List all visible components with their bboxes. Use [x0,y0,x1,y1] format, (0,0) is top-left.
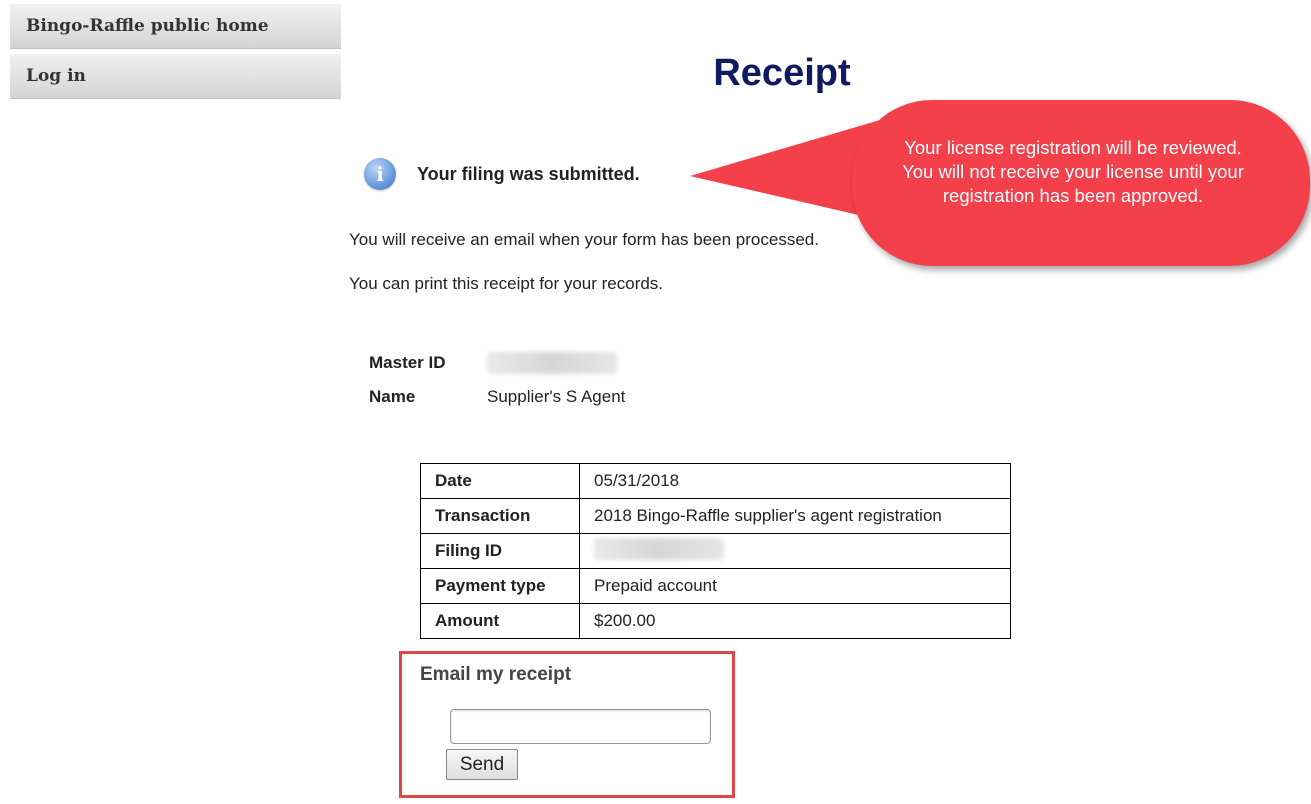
table-row: Date 05/31/2018 [420,463,1011,499]
sidebar-item-label: Bingo-Raffle public home [26,16,269,36]
table-row: Amount $200.00 [420,603,1011,639]
table-cell-label: Payment type [420,568,580,604]
name-value: Supplier's S Agent [487,387,626,406]
account-info: Master ID Name Supplier's S Agent [369,346,625,414]
table-cell-label: Amount [420,603,580,639]
info-icon: i [364,158,396,190]
info-message: i Your filing was submitted. [364,158,640,190]
name-row: Name Supplier's S Agent [369,380,625,414]
table-row: Filing ID [420,533,1011,569]
master-id-label: Master ID [369,353,446,372]
filing-id-value-redacted [594,537,724,560]
name-label: Name [369,387,416,406]
page-title: Receipt [713,52,851,94]
send-button[interactable]: Send [446,749,518,780]
info-message-text: Your filing was submitted. [417,163,640,184]
master-id-value-redacted [487,352,617,374]
table-cell-value: 05/31/2018 [579,463,1011,499]
master-id-row: Master ID [369,346,625,380]
table-cell-label: Transaction [420,498,580,534]
table-cell-value [579,533,1011,569]
sidebar: Bingo-Raffle public home Log in [10,4,341,104]
receipt-table: Date 05/31/2018 Transaction 2018 Bingo-R… [420,463,1011,639]
email-input[interactable] [450,709,711,744]
sidebar-item-public-home[interactable]: Bingo-Raffle public home [10,4,341,49]
table-cell-value: $200.00 [579,603,1011,639]
table-cell-value: Prepaid account [579,568,1011,604]
table-cell-label: Date [420,463,580,499]
email-receipt-title: Email my receipt [420,664,572,685]
sidebar-item-log-in[interactable]: Log in [10,54,341,99]
table-row: Payment type Prepaid account [420,568,1011,604]
callout-text: Your license registration will be review… [902,137,1244,206]
table-row: Transaction 2018 Bingo-Raffle supplier's… [420,498,1011,534]
table-cell-value: 2018 Bingo-Raffle supplier's agent regis… [579,498,1011,534]
sidebar-item-label: Log in [26,66,86,86]
table-cell-label: Filing ID [420,533,580,569]
print-notice-text: You can print this receipt for your reco… [349,274,664,293]
